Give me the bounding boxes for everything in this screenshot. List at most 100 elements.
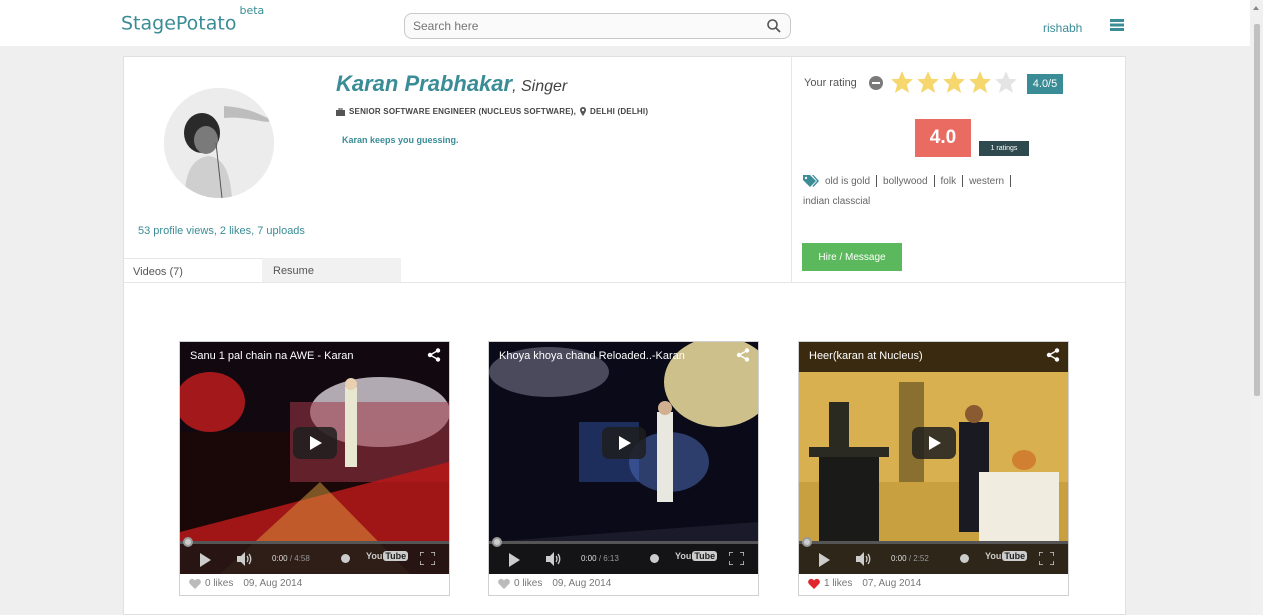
- video-player[interactable]: Heer(karan at Nucleus) 0:00 / 2:52 You Tu…: [799, 342, 1068, 574]
- rating-label: Your rating: [804, 77, 857, 89]
- youtube-logo[interactable]: You Tube: [985, 551, 1028, 565]
- progress-knob[interactable]: [492, 537, 502, 547]
- hire-message-button[interactable]: Hire / Message: [802, 243, 902, 271]
- video-title[interactable]: Khoya khoya chand Reloaded..-Karan: [499, 350, 685, 362]
- fullscreen-icon[interactable]: [729, 552, 744, 565]
- briefcase-icon: [336, 107, 345, 116]
- page-scrollbar[interactable]: [1250, 0, 1263, 615]
- profile-stats: 53 profile views, 2 likes, 7 uploads: [138, 225, 305, 237]
- tag-link[interactable]: old is gold: [825, 176, 870, 187]
- progress-knob[interactable]: [802, 537, 812, 547]
- like-count: 0 likes: [514, 578, 543, 589]
- fullscreen-icon[interactable]: [420, 552, 435, 565]
- play-button[interactable]: [602, 427, 646, 459]
- ratings-count-badge: 1 ratings: [979, 141, 1029, 156]
- share-icon[interactable]: [427, 348, 441, 362]
- duration: / 4:58: [289, 554, 310, 563]
- volume-icon[interactable]: [237, 552, 253, 566]
- yt-you: You: [675, 551, 692, 561]
- list-icon[interactable]: [1110, 19, 1124, 31]
- play-icon[interactable]: [819, 553, 830, 567]
- star-icon[interactable]: [967, 68, 993, 96]
- duration: / 6:13: [598, 554, 619, 563]
- tag-link[interactable]: indian classcial: [803, 196, 870, 207]
- youtube-logo[interactable]: You Tube: [366, 551, 409, 565]
- user-menu-link[interactable]: rishabh: [1043, 21, 1082, 35]
- star-icon[interactable]: [889, 68, 915, 96]
- tag-link[interactable]: western: [969, 176, 1004, 187]
- beta-badge: beta: [239, 4, 265, 17]
- play-icon[interactable]: [509, 553, 520, 567]
- search-icon[interactable]: [766, 18, 782, 34]
- site-logo[interactable]: StagePotatobeta: [121, 4, 264, 35]
- video-player[interactable]: Khoya khoya chand Reloaded..-Karan 0:00 …: [489, 342, 758, 574]
- heart-icon[interactable]: [808, 578, 820, 589]
- video-meta: 0 likes 09, Aug 2014: [498, 578, 611, 589]
- yt-you: You: [985, 551, 1002, 561]
- video-title[interactable]: Sanu 1 pal chain na AWE - Karan: [190, 350, 353, 362]
- yt-you: You: [366, 551, 383, 561]
- watch-later-icon[interactable]: [341, 554, 350, 563]
- watch-later-icon[interactable]: [960, 554, 969, 563]
- video-title[interactable]: Heer(karan at Nucleus): [809, 350, 923, 362]
- watch-later-icon[interactable]: [650, 554, 659, 563]
- star-empty-icon[interactable]: [993, 68, 1019, 96]
- avatar-photo: [164, 88, 274, 198]
- tag-separator: [962, 175, 964, 188]
- profile-tagline: Karan keeps you guessing.: [342, 135, 459, 145]
- time-display: 0:00 / 4:58: [272, 554, 310, 563]
- location: DELHI (DELHI): [590, 107, 649, 116]
- player-controls: 0:00 / 2:52 You Tube: [799, 537, 1068, 574]
- progress-bar[interactable]: [799, 537, 1068, 547]
- yt-tube: Tube: [1002, 551, 1028, 561]
- star-icon[interactable]: [941, 68, 967, 96]
- video-meta: 0 likes 09, Aug 2014: [189, 578, 302, 589]
- video-card: Sanu 1 pal chain na AWE - Karan 0:00 / 4…: [179, 341, 450, 596]
- like-count: 1 likes: [824, 578, 853, 589]
- profile-card: Karan Prabhakar, Singer SENIOR SOFTWARE …: [123, 56, 1126, 615]
- scroll-up-icon[interactable]: [1253, 6, 1259, 10]
- progress-bar[interactable]: [180, 537, 449, 547]
- tag-separator: [1010, 175, 1012, 188]
- share-icon[interactable]: [1046, 348, 1060, 362]
- section-divider: [124, 282, 1125, 283]
- play-button[interactable]: [912, 427, 956, 459]
- player-controls: 0:00 / 4:58 You Tube: [180, 537, 449, 574]
- heart-icon[interactable]: [498, 578, 510, 589]
- fullscreen-icon[interactable]: [1039, 552, 1054, 565]
- profile-info-pane: Karan Prabhakar, Singer SENIOR SOFTWARE …: [124, 57, 792, 282]
- star-icon[interactable]: [915, 68, 941, 96]
- location-pin-icon: [580, 107, 587, 116]
- tag-separator: [933, 175, 935, 188]
- star-rating[interactable]: [889, 68, 1019, 98]
- scroll-thumb[interactable]: [1254, 24, 1260, 396]
- clear-rating-icon[interactable]: [869, 76, 883, 90]
- tag-link[interactable]: folk: [941, 176, 957, 187]
- rating-badge: 4.0/5: [1027, 74, 1063, 94]
- tag-link[interactable]: bollywood: [883, 176, 927, 187]
- upload-date: 09, Aug 2014: [243, 578, 303, 589]
- video-card: Heer(karan at Nucleus) 0:00 / 2:52 You Tu…: [798, 341, 1069, 596]
- job-title: SENIOR SOFTWARE ENGINEER (NUCLEUS SOFTWA…: [349, 107, 577, 116]
- youtube-logo[interactable]: You Tube: [675, 551, 718, 565]
- progress-knob[interactable]: [183, 537, 193, 547]
- volume-icon[interactable]: [856, 552, 872, 566]
- search-input[interactable]: [413, 17, 753, 35]
- yt-tube: Tube: [692, 551, 718, 561]
- progress-bar[interactable]: [489, 537, 758, 547]
- heart-icon[interactable]: [189, 578, 201, 589]
- tags-list: old is gold bollywood folk western indian cl…: [803, 172, 1103, 212]
- time-display: 0:00 / 2:52: [891, 554, 929, 563]
- share-icon[interactable]: [736, 348, 750, 362]
- yt-tube: Tube: [383, 551, 409, 561]
- video-player[interactable]: Sanu 1 pal chain na AWE - Karan 0:00 / 4…: [180, 342, 449, 574]
- play-icon[interactable]: [200, 553, 211, 567]
- logo-text: StagePotato: [121, 12, 237, 35]
- upload-date: 07, Aug 2014: [862, 578, 922, 589]
- tab-videos[interactable]: Videos (7): [124, 258, 262, 282]
- tab-resume[interactable]: Resume: [262, 258, 401, 282]
- tags-icon: [803, 175, 819, 188]
- play-button[interactable]: [293, 427, 337, 459]
- volume-icon[interactable]: [546, 552, 562, 566]
- profile-role: , Singer: [512, 78, 568, 95]
